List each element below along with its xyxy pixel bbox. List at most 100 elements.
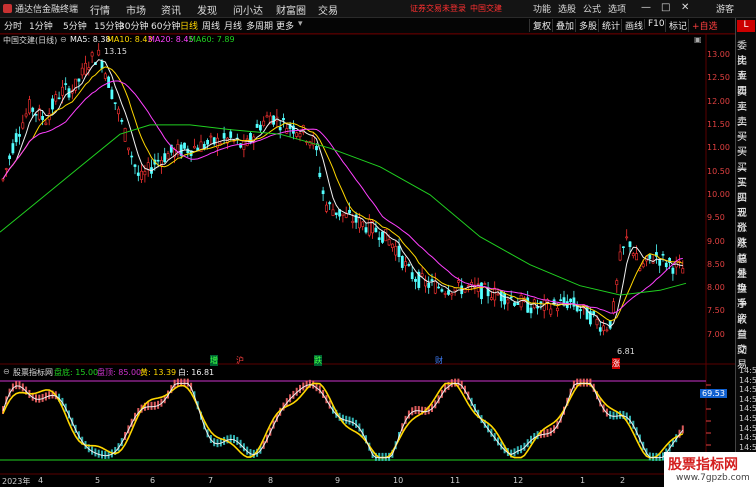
- event-marker-cai[interactable]: 财: [435, 355, 443, 366]
- candle-body: [529, 307, 533, 314]
- candle-body: [295, 132, 299, 137]
- candle-body: [136, 172, 140, 176]
- indicator-bar: [229, 434, 232, 443]
- candle-body: [57, 97, 61, 100]
- candle-body: [433, 280, 437, 294]
- candle-body: [483, 283, 487, 285]
- indicator-bar: [612, 411, 615, 420]
- candle-body: [34, 113, 38, 116]
- candle-body: [14, 133, 18, 143]
- candle-body: [562, 297, 566, 304]
- candle-body: [8, 155, 12, 160]
- axis-tick: 9.50: [707, 213, 725, 222]
- date-label: 4: [38, 476, 44, 485]
- candle-body: [229, 131, 233, 138]
- candle-body: [18, 134, 21, 137]
- candle-body: [480, 282, 483, 300]
- axis-tick: 8.00: [707, 283, 725, 292]
- indicator-title[interactable]: 股票指标网: [13, 367, 53, 378]
- candle-body: [410, 272, 414, 280]
- candle-body: [605, 329, 609, 332]
- event-marker-zeng[interactable]: 增: [210, 355, 218, 366]
- sidebar-time: 14:56: [739, 433, 756, 443]
- candle-body: [621, 246, 625, 249]
- candle-body: [430, 279, 434, 282]
- candle-body: [163, 153, 167, 163]
- candle-body: [117, 108, 120, 115]
- kline-chart[interactable]: [0, 0, 735, 487]
- indicator-bar: [101, 450, 103, 459]
- indicator-toggle-icon[interactable]: ⊖: [3, 367, 10, 376]
- axis-tick: 11.50: [707, 120, 730, 129]
- candle-body: [625, 236, 629, 239]
- candle-body: [127, 147, 130, 151]
- candle-body: [80, 67, 84, 76]
- candle-body: [404, 261, 408, 267]
- candle-body: [324, 204, 328, 212]
- indicator-yellow-label: 黄: 13.39: [140, 368, 177, 377]
- sidebar-time: 14:56: [739, 366, 756, 375]
- date-label: 11: [450, 476, 461, 485]
- candle-body: [77, 78, 81, 82]
- candle-body: [130, 155, 134, 158]
- indicator-bar: [417, 406, 420, 415]
- indicator-bar: [348, 416, 351, 425]
- indicator-bar: [15, 381, 18, 390]
- candle-body: [278, 127, 282, 131]
- candle-body: [331, 209, 335, 216]
- date-label: 10: [393, 476, 404, 485]
- date-label: 5: [95, 476, 101, 485]
- candle-body: [183, 142, 186, 149]
- candle-body: [364, 227, 368, 233]
- axis-tick: 7.50: [707, 306, 725, 315]
- candle-body: [27, 99, 31, 114]
- sidebar-collapse-icon[interactable]: L: [737, 20, 755, 32]
- candle-body: [377, 237, 381, 240]
- indicator-bar: [18, 381, 21, 390]
- indicator-bar: [233, 435, 235, 444]
- candle-body: [143, 171, 147, 176]
- indicator-bottom-label: 盘底: 15.00: [54, 368, 99, 377]
- candle-body: [569, 298, 573, 303]
- watermark-url: www.7gpzb.com: [676, 473, 750, 483]
- axis-tick: 9.00: [707, 237, 725, 246]
- event-marker-zhang[interactable]: 涨: [612, 358, 620, 369]
- candle-body: [24, 113, 28, 117]
- candle-body: [443, 293, 447, 295]
- candle-body: [628, 241, 632, 247]
- candle-body: [44, 122, 48, 125]
- candle-body: [110, 89, 114, 100]
- candle-body: [242, 140, 246, 150]
- candle-body: [11, 143, 15, 154]
- sidebar-time: 14:56: [739, 404, 756, 414]
- candle-body: [390, 243, 394, 248]
- candle-body: [133, 164, 137, 167]
- axis-tick: 13.00: [707, 50, 730, 59]
- candle-body: [641, 263, 645, 268]
- candle-body: [1, 178, 5, 181]
- indicator-bar: [543, 429, 546, 438]
- candle-body: [509, 296, 513, 299]
- candle-body: [420, 273, 424, 277]
- indicator-bar: [414, 406, 417, 415]
- axis-tick: 11.00: [707, 143, 730, 152]
- candle-body: [400, 256, 404, 268]
- candle-body: [466, 285, 470, 287]
- indicator-bar: [150, 401, 153, 410]
- sidebar-time: 14:56: [739, 423, 756, 433]
- candle-body: [120, 119, 124, 122]
- candle-body: [407, 264, 411, 266]
- sidebar-time: 14:56: [739, 385, 756, 395]
- candle-body: [387, 239, 391, 246]
- candle-body: [516, 302, 520, 305]
- candle-body: [31, 107, 35, 112]
- event-marker-die[interactable]: 跌: [314, 355, 322, 366]
- candle-body: [555, 307, 559, 312]
- candle-body: [549, 308, 553, 315]
- indicator-bar: [147, 402, 150, 411]
- candle-body: [615, 280, 619, 285]
- candle-body: [618, 251, 622, 261]
- event-marker-hu[interactable]: 沪: [236, 355, 244, 366]
- indicator-white-label: 白: 16.81: [178, 368, 215, 377]
- indicator-bar: [681, 425, 684, 434]
